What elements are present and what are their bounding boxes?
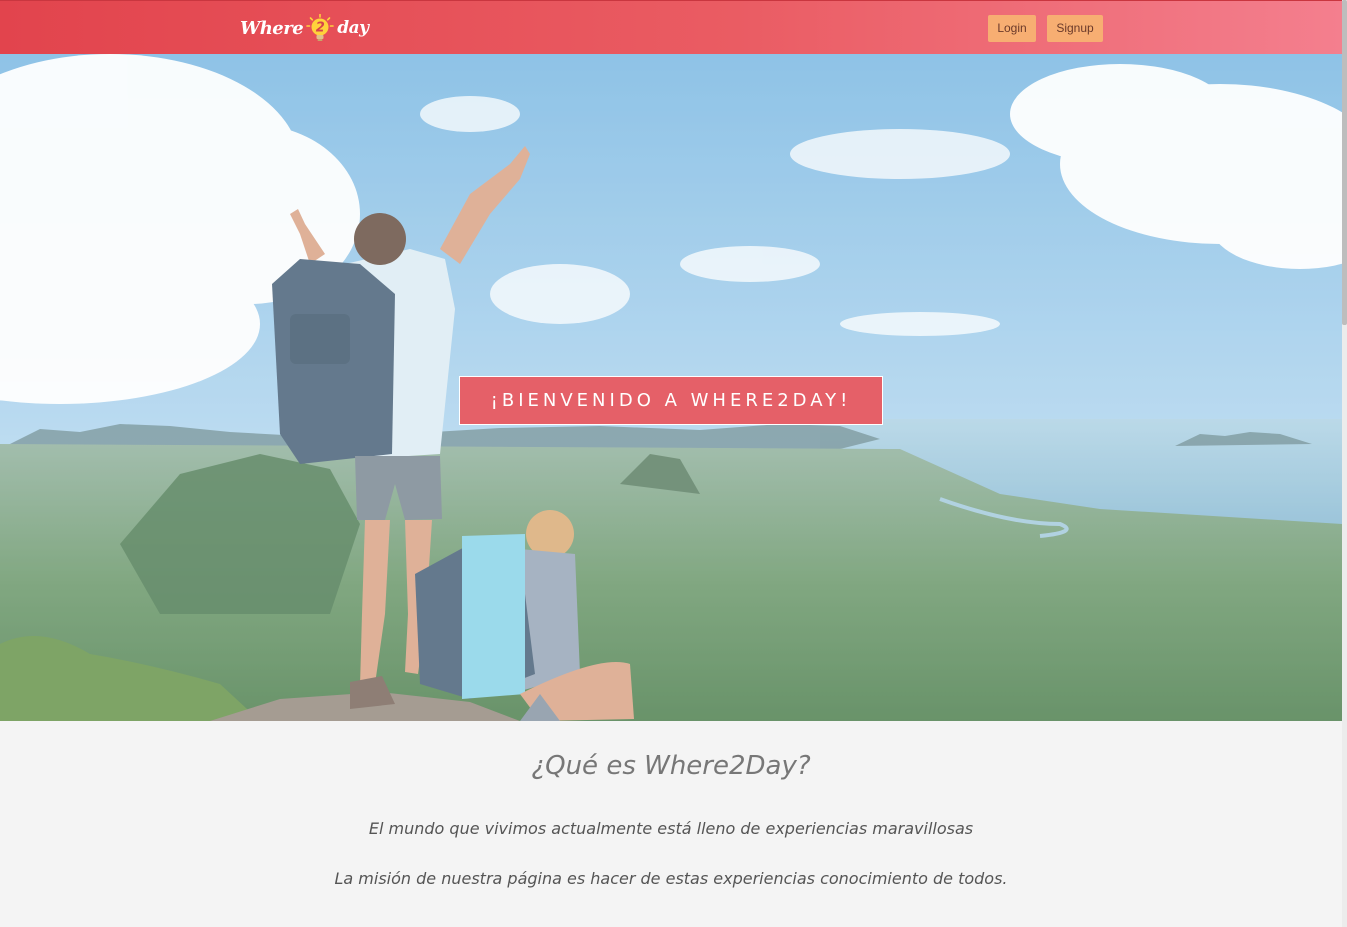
about-heading: ¿Qué es Where2Day? [531, 751, 811, 781]
logo-text-where: Where [240, 17, 304, 39]
navbar: Where 2 day Login Signup [0, 0, 1342, 54]
about-section: ¿Qué es Where2Day? El mundo que vivimos … [0, 721, 1342, 927]
scrollbar-thumb[interactable] [1342, 0, 1347, 325]
about-paragraph-1: El mundo que vivimos actualmente está ll… [368, 819, 974, 838]
logo-text-day: day [337, 18, 369, 38]
welcome-banner: ¡BIENVENIDO A WHERE2DAY! [459, 376, 883, 425]
logo-digit: 2 [316, 21, 325, 36]
hero-banner: ¡BIENVENIDO A WHERE2DAY! [0, 54, 1342, 721]
login-button[interactable]: Login [988, 15, 1036, 42]
brand-logo[interactable]: Where 2 day [240, 12, 369, 44]
page: Where 2 day Login Signup ¡BIENVENIDO A W… [0, 0, 1347, 927]
signup-button[interactable]: Signup [1047, 15, 1103, 42]
about-paragraph-2: La misión de nuestra página es hacer de … [334, 869, 1008, 888]
page-scrollbar[interactable] [1342, 0, 1347, 927]
lightbulb-icon: 2 [306, 14, 335, 42]
